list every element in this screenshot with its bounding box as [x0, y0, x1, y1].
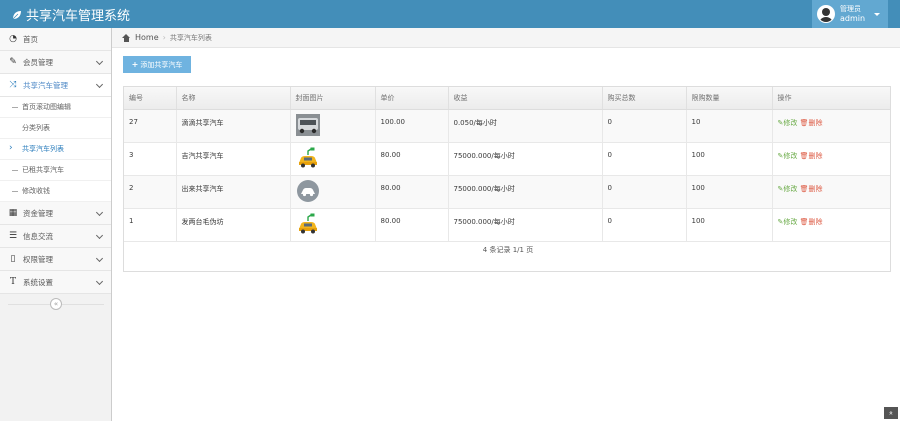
calendar-icon: ▦: [8, 208, 18, 218]
breadcrumb-home[interactable]: Home: [135, 33, 159, 42]
table-row: 2 出来共享汽车 80.00 75000.000/每小时 0 100 ✎修改 🗑…: [124, 175, 890, 209]
plus-icon: +: [131, 60, 139, 69]
edit-button[interactable]: ✎修改: [778, 119, 798, 127]
ev-car-image: [298, 213, 317, 233]
user-name: admin: [840, 14, 866, 23]
sidebar-subitem-rented[interactable]: 已租共享汽车: [0, 160, 111, 181]
car-photo-image: [295, 113, 320, 136]
sidebar-item-home[interactable]: ◔ 首页: [0, 28, 111, 51]
breadcrumb-current: 共享汽车列表: [169, 33, 212, 42]
text-icon: T: [9, 277, 16, 287]
chevron-down-icon: [95, 277, 104, 286]
table-row: 27 滴滴共享汽车 100.00 0.050/每小时 0 10 ✎修改 🗑删除: [124, 109, 890, 143]
leaf-icon: [12, 10, 21, 19]
chevron-down-icon: [95, 254, 104, 263]
add-car-button[interactable]: + 添加共享汽车: [123, 56, 191, 73]
shuffle-icon: ⤨: [9, 80, 17, 90]
delete-button[interactable]: 🗑删除: [800, 152, 823, 160]
sidebar-item-messages[interactable]: ☰ 信息交流: [0, 225, 111, 248]
chevron-down-icon: [95, 231, 104, 240]
table-row: 1 发两台毛伪坊 80.00 75000.000/每小时 0 100 ✎修改 🗑…: [124, 208, 890, 242]
table-row: 3 吉汽共享汽车 80.00 75000.000/每小时 0 100 ✎修改 🗑…: [124, 142, 890, 176]
chevron-up-icon: [95, 80, 104, 89]
home-icon: [122, 33, 131, 42]
sidebar-subitem-car-list[interactable]: 共享汽车列表: [0, 139, 111, 160]
user-menu[interactable]: 管理员 admin: [812, 0, 888, 28]
top-navbar: 共享汽车管理系统 管理员 admin: [0, 0, 900, 28]
avatar: [817, 5, 835, 23]
user-role: 管理员: [840, 5, 861, 13]
dashboard-icon: ◔: [9, 34, 17, 44]
breadcrumb: Home › 共享汽车列表: [112, 28, 900, 48]
col-header-actions: 操作: [771, 87, 890, 110]
sidebar-item-funds[interactable]: ▦ 资金管理: [0, 202, 111, 225]
sidebar-item-permissions[interactable]: ▯ 权限管理: [0, 248, 111, 271]
car-circle-image: [296, 179, 319, 202]
chevron-down-icon: [95, 208, 104, 217]
chevron-down-icon: [95, 57, 104, 66]
edit-button[interactable]: ✎修改: [778, 218, 798, 226]
sidebar: ◔ 首页 ✎ 会员管理 ⤨ 共享汽车管理 首页滚动图编辑 分类列表 共享汽车列表…: [0, 28, 112, 421]
sidebar-item-members[interactable]: ✎ 会员管理: [0, 51, 111, 74]
ev-car-image: [298, 147, 317, 167]
pagination-info: 4 条记录 1/1 页: [482, 246, 534, 254]
sidebar-subitem-carousel[interactable]: 首页滚动图编辑: [0, 97, 111, 118]
col-header-name: 名称: [175, 87, 290, 110]
edit-icon: ✎: [9, 57, 17, 67]
breadcrumb-separator: ›: [162, 33, 166, 42]
sidebar-subitem-categories[interactable]: 分类列表: [0, 118, 111, 139]
sidebar-item-settings[interactable]: T 系统设置: [0, 271, 111, 294]
file-icon: ▯: [10, 254, 16, 264]
app-brand[interactable]: 共享汽车管理系统: [12, 5, 130, 24]
edit-button[interactable]: ✎修改: [778, 152, 798, 160]
sidebar-collapse-button[interactable]: «: [50, 298, 62, 310]
col-header-image: 封面图片: [289, 87, 375, 110]
edit-button[interactable]: ✎修改: [778, 185, 798, 193]
list-icon: ☰: [8, 231, 18, 241]
sidebar-item-cars[interactable]: ⤨ 共享汽车管理: [0, 74, 111, 97]
caret-down-icon: [874, 12, 881, 16]
col-header-total: 购买总数: [601, 87, 686, 110]
col-header-income: 收益: [447, 87, 602, 110]
car-table-panel: 编号 名称 封面图片 单价 收益 购买总数 限购数量 操作 27 滴滴共享汽车 …: [123, 86, 891, 272]
delete-button[interactable]: 🗑删除: [800, 119, 823, 127]
col-header-id: 编号: [124, 87, 176, 110]
scroll-to-top-button[interactable]: »: [884, 407, 898, 419]
col-header-limit: 限购数量: [685, 87, 772, 110]
app-title: 共享汽车管理系统: [26, 9, 131, 24]
delete-button[interactable]: 🗑删除: [800, 185, 823, 193]
double-chevron-up-icon: »: [886, 410, 895, 416]
car-table: 编号 名称 封面图片 单价 收益 购买总数 限购数量 操作 27 滴滴共享汽车 …: [124, 87, 890, 242]
delete-button[interactable]: 🗑删除: [800, 218, 823, 226]
col-header-price: 单价: [374, 87, 448, 110]
sidebar-subitem-edit-earnings[interactable]: 修改收钱: [0, 181, 111, 202]
